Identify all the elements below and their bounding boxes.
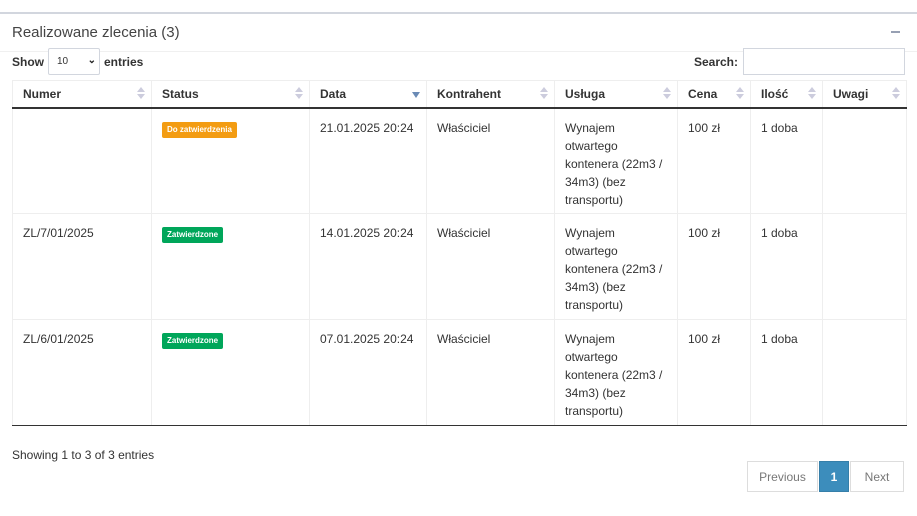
next-button[interactable]: Next: [850, 461, 904, 492]
column-header-usluga[interactable]: Usługa: [554, 80, 678, 109]
sort-desc-icon: [412, 92, 420, 98]
cell-numer: ZL/7/01/2025: [12, 213, 152, 320]
box-title: Realizowane zlecenia (3): [12, 24, 180, 41]
cell-status: Zatwierdzone: [151, 319, 310, 426]
orders-table: Numer Status Data Kontrahent Usługa Cena…: [12, 80, 907, 426]
cell-kontrahent: Właściciel: [426, 107, 555, 214]
entries-length-control: Show 10 ⌄ entries: [12, 48, 143, 75]
box-header: Realizowane zlecenia (3): [0, 14, 917, 52]
cell-data: 14.01.2025 20:24: [309, 213, 427, 320]
pagination: Previous 1 Next: [747, 461, 904, 492]
table-header-row: Numer Status Data Kontrahent Usługa Cena…: [12, 80, 907, 109]
table-row[interactable]: ZL/7/01/2025 Zatwierdzone 14.01.2025 20:…: [12, 213, 907, 320]
cell-status: Zatwierdzone: [151, 213, 310, 320]
column-header-uwagi[interactable]: Uwagi: [822, 80, 907, 109]
search-control: Search:: [694, 48, 905, 75]
collapse-button[interactable]: [889, 24, 903, 38]
sort-icon: [892, 87, 900, 101]
entries-label: entries: [104, 54, 144, 69]
show-label: Show: [12, 54, 44, 69]
cell-uwagi: [822, 319, 907, 426]
cell-kontrahent: Właściciel: [426, 319, 555, 426]
table-row[interactable]: ZL/6/01/2025 Zatwierdzone 07.01.2025 20:…: [12, 319, 907, 426]
column-header-kontrahent[interactable]: Kontrahent: [426, 80, 555, 109]
cell-usluga: Wynajem otwartego kontenera (22m3 / 34m3…: [554, 213, 678, 320]
cell-usluga: Wynajem otwartego kontenera (22m3 / 34m3…: [554, 319, 678, 426]
previous-button[interactable]: Previous: [747, 461, 818, 492]
minus-icon: [891, 31, 900, 33]
search-label: Search:: [693, 54, 738, 69]
status-badge: Zatwierdzone: [162, 227, 224, 243]
cell-status: Do zatwierdzenia: [151, 107, 310, 214]
entries-length-select[interactable]: 10: [48, 48, 100, 75]
table-row[interactable]: Do zatwierdzenia 21.01.2025 20:24 Właści…: [12, 107, 907, 214]
cell-cena: 100 zł: [677, 319, 751, 426]
cell-uwagi: [822, 107, 907, 214]
cell-uwagi: [822, 213, 907, 320]
cell-ilosc: 1 doba: [750, 107, 823, 214]
cell-ilosc: 1 doba: [750, 213, 823, 320]
cell-cena: 100 zł: [677, 213, 751, 320]
sort-icon: [137, 87, 145, 101]
cell-data: 21.01.2025 20:24: [309, 107, 427, 214]
sort-icon: [736, 87, 744, 101]
column-header-ilosc[interactable]: Ilość: [750, 80, 823, 109]
search-input[interactable]: [743, 48, 905, 75]
cell-data: 07.01.2025 20:24: [309, 319, 427, 426]
column-header-data[interactable]: Data: [309, 80, 427, 109]
column-header-numer[interactable]: Numer: [12, 80, 152, 109]
cell-numer: ZL/6/01/2025: [12, 319, 152, 426]
cell-cena: 100 zł: [677, 107, 751, 214]
sort-icon: [295, 87, 303, 101]
column-header-status[interactable]: Status: [151, 80, 310, 109]
column-header-cena[interactable]: Cena: [677, 80, 751, 109]
cell-ilosc: 1 doba: [750, 319, 823, 426]
status-badge: Do zatwierdzenia: [162, 121, 237, 138]
table-info: Showing 1 to 3 of 3 entries: [12, 448, 155, 462]
cell-usluga: Wynajem otwartego kontenera (22m3 / 34m3…: [554, 107, 678, 214]
sort-icon: [663, 87, 671, 101]
sort-icon: [540, 87, 548, 101]
status-badge: Zatwierdzone: [162, 333, 224, 349]
sort-icon: [808, 87, 816, 101]
page-1-button[interactable]: 1: [819, 461, 849, 492]
cell-kontrahent: Właściciel: [426, 213, 555, 320]
cell-numer: [12, 107, 152, 214]
